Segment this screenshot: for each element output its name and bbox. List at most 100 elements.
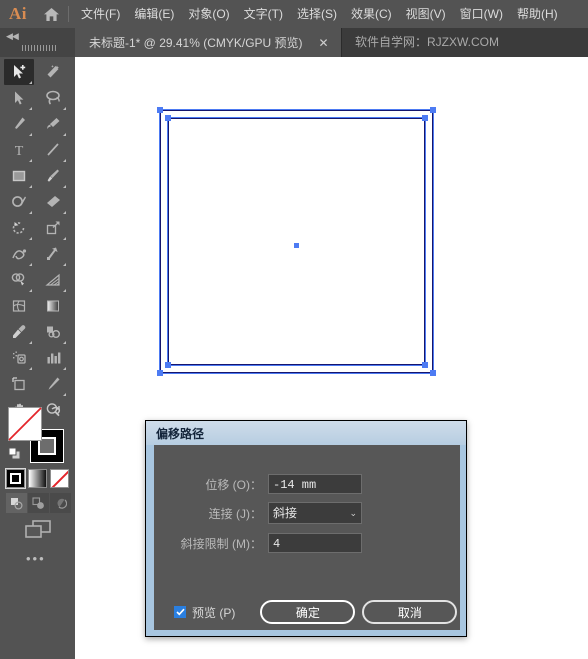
direct-selection-tool[interactable] xyxy=(4,85,34,111)
dialog-body: 位移 (O)： -14 mm 连接 (J)： 斜接 ⌄ 斜接限制 (M)： 4 … xyxy=(154,445,460,630)
menu-item-window[interactable]: 窗口(W) xyxy=(453,0,510,28)
menu-item-help[interactable]: 帮助(H) xyxy=(510,0,565,28)
offset-path-dialog: 偏移路径 位移 (O)： -14 mm 连接 (J)： 斜接 ⌄ 斜接限制 (M… xyxy=(145,420,467,637)
tool-corner-icon xyxy=(63,341,66,344)
ok-button[interactable]: 确定 xyxy=(260,600,356,624)
menu-item-type[interactable]: 文字(T) xyxy=(237,0,290,28)
paintbrush-tool[interactable] xyxy=(38,163,68,189)
collapse-panel-icon[interactable]: ◀◀ xyxy=(6,31,19,42)
default-fill-stroke-icon[interactable] xyxy=(8,447,22,466)
artboard-tool[interactable] xyxy=(4,371,34,397)
cancel-button[interactable]: 取消 xyxy=(362,600,458,624)
offset-input[interactable]: -14 mm xyxy=(268,474,362,494)
document-tab[interactable]: 未标题-1* @ 29.41% (CMYK/GPU 预览) ✕ xyxy=(75,28,342,57)
watermark-text: 软件自学网：RJZXW.COM xyxy=(355,35,499,49)
column-graph-tool[interactable] xyxy=(38,345,68,371)
menu-item-object[interactable]: 对象(O) xyxy=(181,0,236,28)
joins-select-value: 斜接 xyxy=(273,506,298,520)
mesh-tool[interactable] xyxy=(4,293,34,319)
tool-corner-icon xyxy=(63,185,66,188)
tool-corner-icon xyxy=(63,133,66,136)
menu-item-edit[interactable]: 编辑(E) xyxy=(127,0,181,28)
home-icon[interactable] xyxy=(36,0,66,28)
curvature-tool[interactable] xyxy=(38,111,68,137)
blend-tool[interactable] xyxy=(38,319,68,345)
gradient-tool[interactable] xyxy=(38,293,68,319)
selection-handle[interactable] xyxy=(165,115,171,121)
menu-bar: Ai 文件(F) 编辑(E) 对象(O) 文字(T) 选择(S) 效果(C) 视… xyxy=(0,0,588,28)
inner-selection-box xyxy=(167,117,426,366)
none-mode-button[interactable] xyxy=(50,469,69,488)
selection-handle[interactable] xyxy=(157,107,163,113)
gradient-mode-button[interactable] xyxy=(28,469,47,488)
tool-corner-icon xyxy=(29,81,32,84)
tool-corner-icon xyxy=(29,159,32,162)
tool-grid: T xyxy=(0,59,75,423)
pen-tool[interactable] xyxy=(4,111,34,137)
rotate-tool[interactable] xyxy=(4,215,34,241)
joins-field-row: 连接 (J)： 斜接 ⌄ xyxy=(162,502,362,524)
tab-bar: ◀◀ 未标题-1* @ 29.41% (CMYK/GPU 预览) ✕ 软件自学网… xyxy=(0,28,588,57)
draw-inside-button[interactable] xyxy=(50,493,71,513)
tool-corner-icon xyxy=(63,237,66,240)
shaper-tool[interactable] xyxy=(4,189,34,215)
selection-handle[interactable] xyxy=(422,362,428,368)
menu-item-select[interactable]: 选择(S) xyxy=(290,0,344,28)
width-tool[interactable] xyxy=(4,241,34,267)
joins-select[interactable]: 斜接 ⌄ xyxy=(268,502,362,524)
selection-handle[interactable] xyxy=(430,107,436,113)
selection-handle[interactable] xyxy=(157,370,163,376)
symbol-sprayer-tool[interactable] xyxy=(4,345,34,371)
close-icon[interactable]: ✕ xyxy=(317,37,331,49)
lasso-tool[interactable] xyxy=(38,85,68,111)
selection-handle[interactable] xyxy=(430,370,436,376)
free-transform-tool[interactable] xyxy=(38,241,68,267)
eraser-tool[interactable] xyxy=(38,189,68,215)
fill-swatch[interactable] xyxy=(8,407,42,441)
tool-corner-icon xyxy=(29,133,32,136)
miter-limit-input[interactable]: 4 xyxy=(268,533,362,553)
draw-behind-button[interactable] xyxy=(28,493,49,513)
tool-corner-icon xyxy=(29,107,32,110)
tool-corner-icon xyxy=(63,289,66,292)
draw-normal-button[interactable] xyxy=(6,493,27,513)
none-slash-icon xyxy=(8,407,42,441)
rectangle-tool[interactable] xyxy=(4,163,34,189)
type-tool[interactable]: T xyxy=(4,137,34,163)
color-mode-row xyxy=(5,468,72,489)
menu-item-view[interactable]: 视图(V) xyxy=(399,0,453,28)
tool-corner-icon xyxy=(29,211,32,214)
offset-field-row: 位移 (O)： -14 mm xyxy=(162,473,362,495)
draw-mode-row xyxy=(6,493,72,513)
menu-divider xyxy=(68,6,69,22)
menu-item-file[interactable]: 文件(F) xyxy=(74,0,127,28)
selection-plus-tool[interactable] xyxy=(4,59,34,85)
joins-field-label: 连接 (J)： xyxy=(208,506,262,521)
menu-item-list: 文件(F) 编辑(E) 对象(O) 文字(T) 选择(S) 效果(C) 视图(V… xyxy=(74,0,565,28)
chevron-down-icon: ⌄ xyxy=(349,508,357,518)
screen-mode-button[interactable] xyxy=(24,519,52,546)
document-tab-title: 未标题-1* @ 29.41% (CMYK/GPU 预览) xyxy=(89,36,303,50)
tool-corner-icon xyxy=(29,289,32,292)
line-segment-tool[interactable] xyxy=(38,137,68,163)
eyedropper-tool[interactable] xyxy=(4,319,34,345)
color-mode-button[interactable] xyxy=(5,468,26,489)
toolbar-header: ◀◀ xyxy=(0,28,76,57)
tool-corner-icon xyxy=(63,159,66,162)
tool-corner-icon xyxy=(63,393,66,396)
perspective-grid-tool[interactable] xyxy=(38,267,68,293)
scale-tool[interactable] xyxy=(38,215,68,241)
preview-checkbox[interactable] xyxy=(174,606,186,618)
more-tools-icon[interactable]: ••• xyxy=(26,551,46,566)
selection-handle[interactable] xyxy=(165,362,171,368)
menu-item-effect[interactable]: 效果(C) xyxy=(344,0,399,28)
selection-handle[interactable] xyxy=(422,115,428,121)
toolbar-drag-handle[interactable] xyxy=(22,45,56,51)
swap-fill-stroke-icon[interactable] xyxy=(49,405,62,423)
shape-builder-tool[interactable] xyxy=(4,267,34,293)
tools-panel: T ••• xyxy=(0,57,76,659)
fill-stroke-swatches xyxy=(8,405,64,466)
magic-wand-tool[interactable] xyxy=(38,59,68,85)
dialog-title-bar[interactable]: 偏移路径 xyxy=(146,421,466,445)
slice-tool[interactable] xyxy=(38,371,68,397)
